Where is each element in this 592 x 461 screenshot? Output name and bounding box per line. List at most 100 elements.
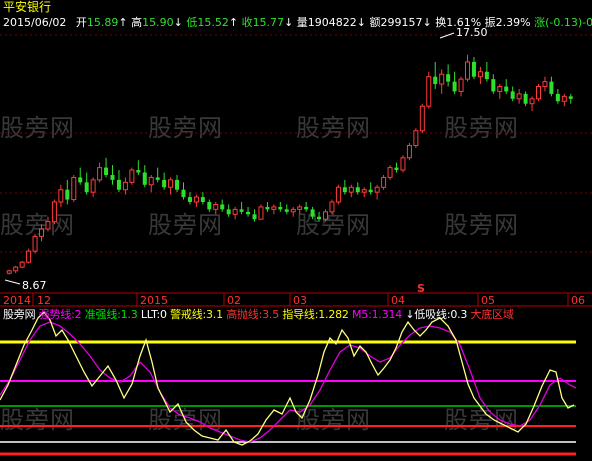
candle-body bbox=[97, 167, 103, 181]
candle-body bbox=[258, 206, 264, 220]
candle-body bbox=[335, 186, 341, 203]
candle-body bbox=[549, 81, 554, 94]
candle-body bbox=[439, 73, 445, 85]
candle-body bbox=[193, 196, 199, 203]
candle-body bbox=[529, 98, 535, 105]
legend-high-sell-line: 高抛线:3.5 bbox=[226, 308, 280, 321]
candle-body bbox=[342, 187, 347, 193]
sell-signal-marker: S bbox=[417, 282, 425, 295]
candle-body bbox=[142, 172, 147, 185]
x-axis-label: 2015 bbox=[140, 294, 168, 307]
candle-body bbox=[58, 189, 64, 203]
low-marker-line bbox=[4, 279, 21, 285]
legend-bottom-zone: 大底区域 bbox=[470, 308, 514, 321]
candle-body bbox=[200, 197, 205, 202]
x-axis-label: 02 bbox=[227, 294, 241, 307]
candle-body bbox=[265, 206, 270, 210]
candle-body bbox=[168, 179, 174, 188]
candle-body bbox=[504, 86, 509, 92]
candle-body bbox=[452, 81, 457, 92]
candle-body bbox=[26, 250, 32, 263]
candle-body bbox=[542, 81, 548, 88]
candle-body bbox=[419, 105, 425, 132]
candle-body bbox=[568, 96, 573, 99]
candle-body bbox=[361, 189, 367, 193]
candle-body bbox=[317, 216, 322, 220]
candle-body bbox=[19, 261, 25, 268]
legend-m5: M5:1.314 bbox=[352, 308, 403, 321]
candle-body bbox=[413, 130, 419, 146]
candle-body bbox=[13, 266, 19, 272]
candle-body bbox=[104, 167, 109, 175]
candle-body bbox=[148, 176, 154, 186]
price-grid bbox=[0, 34, 592, 253]
candle-body bbox=[310, 209, 315, 217]
stock-chart-window: 平安银行 2015/06/02 开15.89↑ 高15.90↓ 低15.52↑ … bbox=[0, 0, 592, 461]
candle-body bbox=[387, 167, 393, 178]
candle-body bbox=[45, 221, 51, 230]
candle-body bbox=[477, 71, 483, 78]
candle-body bbox=[510, 91, 515, 99]
x-axis-label: 12 bbox=[37, 294, 51, 307]
candle-body bbox=[239, 209, 244, 212]
high-price-label: 17.50 bbox=[456, 26, 488, 39]
candle-body bbox=[322, 211, 329, 220]
candle-body bbox=[433, 76, 438, 85]
candle-body bbox=[284, 209, 289, 212]
candle-body bbox=[220, 204, 225, 210]
indicator-name: 股旁网 bbox=[3, 308, 36, 321]
candle-body bbox=[226, 209, 231, 215]
candle-body bbox=[32, 235, 38, 252]
candle-body bbox=[355, 187, 360, 193]
x-axis-label: 03 bbox=[293, 294, 307, 307]
candle-body bbox=[304, 206, 309, 210]
candle-body bbox=[187, 197, 192, 202]
price-and-indicator-chart: S bbox=[0, 32, 592, 456]
candle-body bbox=[78, 177, 83, 183]
x-axis-label: 04 bbox=[391, 294, 405, 307]
candle-body bbox=[136, 170, 141, 173]
candle-body bbox=[497, 86, 503, 92]
candle-body bbox=[129, 169, 135, 183]
candle-body bbox=[271, 206, 277, 210]
candle-body bbox=[329, 201, 335, 213]
indicator-legend: 股旁网 强势线:2 准强线:1.3 LLT:0 警戒线:3.1 高抛线:3.5 … bbox=[3, 308, 514, 321]
candle-body bbox=[90, 179, 96, 193]
candle-body bbox=[484, 71, 489, 80]
candle-body bbox=[213, 203, 219, 210]
candle-body bbox=[368, 189, 373, 193]
candle-body bbox=[523, 93, 528, 104]
candle-body bbox=[246, 211, 251, 215]
candle-body bbox=[381, 176, 387, 188]
candle-body bbox=[290, 208, 296, 213]
candle-body bbox=[110, 174, 115, 180]
candle-body bbox=[278, 206, 283, 210]
x-axis-label: 2014 bbox=[3, 294, 31, 307]
candle-body bbox=[122, 181, 128, 191]
candle-body bbox=[394, 167, 399, 171]
candle-body bbox=[51, 201, 57, 223]
candle-body bbox=[162, 179, 167, 188]
x-axis-label: 05 bbox=[481, 294, 495, 307]
legend-quasi-strong-line: 准强线:1.3 bbox=[84, 308, 138, 321]
candle-body bbox=[535, 86, 542, 100]
low-price-label: 8.67 bbox=[22, 279, 47, 292]
candle-body bbox=[155, 177, 160, 180]
candle-body bbox=[406, 144, 412, 159]
candle-body bbox=[348, 186, 354, 193]
candlestick-series bbox=[6, 54, 573, 275]
candle-body bbox=[84, 182, 89, 193]
candle-body bbox=[116, 179, 121, 190]
legend-low-buy-line: ↓低吸线:0.3 bbox=[405, 308, 468, 321]
candle-body bbox=[6, 270, 12, 274]
candle-body bbox=[400, 157, 406, 171]
candle-body bbox=[458, 78, 464, 92]
legend-strong-line: 强势线:2 bbox=[38, 308, 82, 321]
candle-body bbox=[175, 179, 180, 190]
candle-body bbox=[516, 93, 522, 100]
legend-guide-line: 指导线:1.282 bbox=[282, 308, 349, 321]
candle-body bbox=[491, 79, 496, 92]
candle-body bbox=[561, 95, 567, 102]
candle-body bbox=[38, 228, 45, 237]
candle-body bbox=[374, 186, 380, 193]
